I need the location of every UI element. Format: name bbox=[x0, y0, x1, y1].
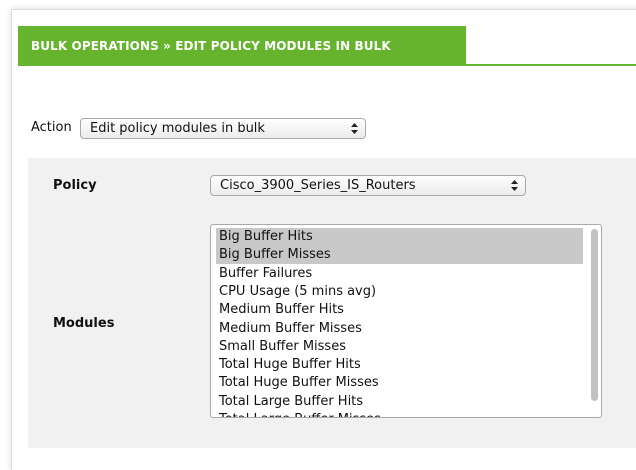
module-option[interactable]: Big Buffer Misses bbox=[216, 246, 583, 265]
module-option[interactable]: Total Huge Buffer Hits bbox=[216, 356, 583, 374]
page-title-tab: BULK OPERATIONS » EDIT POLICY MODULES IN… bbox=[18, 26, 466, 66]
action-select[interactable]: Edit policy modules in bulk bbox=[80, 118, 366, 139]
modules-listbox[interactable]: Big Buffer Hits Big Buffer Misses Buffer F… bbox=[210, 224, 602, 418]
policy-select-value: Cisco_3900_Series_IS_Routers bbox=[220, 178, 416, 193]
module-option[interactable]: Medium Buffer Hits bbox=[216, 301, 583, 319]
updown-arrows-icon bbox=[511, 180, 518, 191]
module-option[interactable]: CPU Usage (5 mins avg) bbox=[216, 283, 583, 301]
action-label: Action bbox=[31, 120, 72, 135]
module-option[interactable]: Small Buffer Misses bbox=[216, 338, 583, 356]
tab-underline bbox=[466, 64, 636, 66]
policy-select[interactable]: Cisco_3900_Series_IS_Routers bbox=[210, 175, 526, 196]
policy-label: Policy bbox=[53, 178, 97, 193]
module-option[interactable]: Total Large Buffer Hits bbox=[216, 393, 583, 411]
module-option[interactable]: Medium Buffer Misses bbox=[216, 320, 583, 338]
listbox-scrollbar[interactable] bbox=[591, 229, 598, 401]
module-option[interactable]: Total Huge Buffer Misses bbox=[216, 374, 583, 392]
module-option[interactable]: Total Large Buffer Misses bbox=[216, 411, 583, 417]
module-option[interactable]: Buffer Failures bbox=[216, 265, 583, 283]
action-select-value: Edit policy modules in bulk bbox=[90, 121, 265, 136]
updown-arrows-icon bbox=[351, 123, 358, 134]
module-option[interactable]: Big Buffer Hits bbox=[216, 228, 583, 246]
modules-label: Modules bbox=[53, 316, 115, 331]
